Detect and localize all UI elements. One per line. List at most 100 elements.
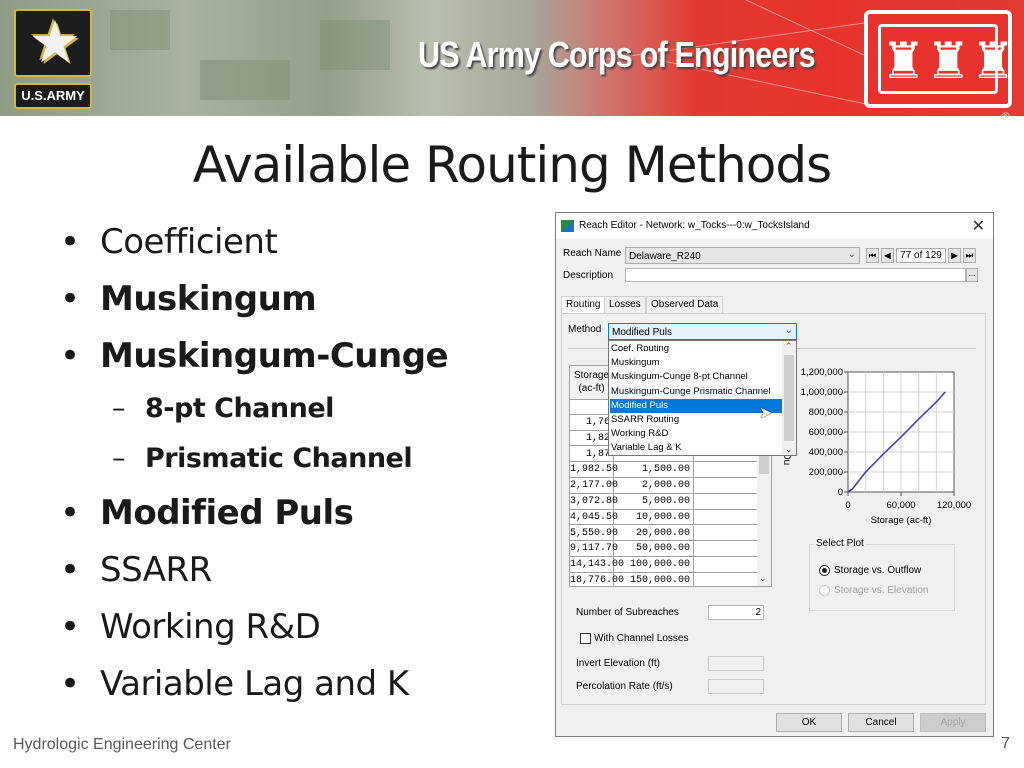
- bullet-text: Modified Puls: [100, 493, 354, 533]
- percolation-rate-input[interactable]: [708, 679, 764, 694]
- method-select[interactable]: Modified Puls ⌄: [608, 323, 797, 340]
- dropdown-option[interactable]: SSARR Routing: [610, 413, 782, 427]
- y-tick-label: 400,000: [809, 447, 843, 458]
- elevation-cell[interactable]: [694, 525, 758, 541]
- next-record-button[interactable]: ▶: [948, 248, 961, 263]
- table-row[interactable]: 18,776.00 150,000.00: [570, 573, 758, 586]
- camo-pattern: [200, 60, 290, 100]
- elevation-cell[interactable]: [694, 462, 758, 478]
- outflow-cell[interactable]: 100,000.00: [614, 557, 694, 572]
- storage-cell[interactable]: 1,982.50: [570, 462, 618, 478]
- description-browse-button[interactable]: ...: [966, 268, 978, 282]
- sub-bullet-dash: –: [112, 443, 126, 474]
- channel-losses-checkbox[interactable]: [580, 633, 591, 644]
- outflow-cell[interactable]: 2,000.00: [614, 478, 694, 493]
- next-record-icon: ▶: [951, 251, 958, 260]
- percolation-rate-label: Percolation Rate (ft/s): [576, 681, 673, 692]
- outflow-cell[interactable]: 5,000.00: [614, 494, 694, 509]
- method-label: Method: [568, 324, 602, 335]
- table-row[interactable]: 1,982.50 1,500.00: [570, 462, 758, 479]
- org-title: US Army Corps of Engineers: [418, 34, 816, 75]
- storage-cell[interactable]: 4,045.50: [570, 509, 618, 525]
- y-tick-label: 600,000: [809, 427, 843, 438]
- channel-losses-label[interactable]: With Channel Losses: [594, 633, 689, 644]
- chevron-up-icon[interactable]: ⌃: [785, 341, 793, 352]
- storage-cell[interactable]: 2,177.00: [570, 478, 618, 493]
- tab-observed-data[interactable]: Observed Data: [646, 296, 724, 313]
- bullet-text: Working R&D: [100, 607, 321, 647]
- bullet-dot: •: [60, 279, 80, 319]
- bullet-text: Muskingum: [100, 279, 317, 319]
- dropdown-option[interactable]: Variable Lag & K: [610, 441, 782, 455]
- reach-name-value: Delaware_R240: [629, 251, 701, 262]
- table-row[interactable]: 9,117.70 50,000.00: [570, 541, 758, 558]
- plot-svg: 0 200,000 400,000 600,000 800,000 1,000,000 1,…: [801, 367, 971, 526]
- ok-button[interactable]: OK: [776, 713, 842, 732]
- close-icon[interactable]: ✕: [972, 216, 985, 236]
- us-army-logo: ★ U.S.ARMY: [14, 9, 92, 109]
- dropdown-option[interactable]: Muskingum-Cunge Prismatic Channel: [610, 385, 782, 399]
- storage-vs-elevation-radio[interactable]: [819, 585, 830, 596]
- select-plot-group: Select Plot Storage vs. Outflow Storage …: [809, 538, 955, 611]
- outflow-cell[interactable]: 10,000.00: [614, 509, 694, 525]
- method-value: Modified Puls: [612, 327, 673, 338]
- storage-vs-outflow-radio[interactable]: [819, 565, 830, 576]
- table-row[interactable]: 4,045.50 10,000.00: [570, 509, 758, 526]
- storage-cell[interactable]: 18,776.00: [570, 573, 624, 586]
- subreaches-input[interactable]: 2: [708, 605, 764, 620]
- camo-pattern: [110, 10, 170, 50]
- dropdown-option[interactable]: Muskingum-Cunge 8-pt Channel: [610, 370, 782, 384]
- chevron-down-icon[interactable]: ⌄: [759, 573, 767, 584]
- table-row[interactable]: 3,072.80 5,000.00: [570, 494, 758, 510]
- ellipsis-icon: ...: [968, 269, 976, 278]
- elevation-cell[interactable]: [694, 478, 758, 493]
- description-input[interactable]: [625, 268, 966, 282]
- dropdown-option[interactable]: Working R&D: [610, 427, 782, 441]
- storage-vs-outflow-label[interactable]: Storage vs. Outflow: [834, 565, 921, 576]
- dropdown-option[interactable]: Coef. Routing: [610, 342, 782, 356]
- first-record-button[interactable]: ⏮: [866, 248, 879, 263]
- dropdown-scrollbar[interactable]: ⌃ ⌄: [782, 341, 796, 455]
- scroll-thumb[interactable]: [784, 355, 794, 441]
- elevation-cell[interactable]: [694, 509, 758, 525]
- storage-cell[interactable]: 5,550.90: [570, 525, 618, 541]
- apply-button[interactable]: Apply: [920, 713, 986, 732]
- reach-name-combo[interactable]: Delaware_R240 ⌄: [625, 247, 860, 264]
- castle-icon: ♜♜♜: [881, 33, 1016, 89]
- storage-cell[interactable]: 3,072.80: [570, 494, 618, 509]
- previous-record-icon: ◀: [884, 251, 891, 260]
- elevation-cell[interactable]: [694, 541, 758, 557]
- storage-vs-elevation-label[interactable]: Storage vs. Elevation: [834, 585, 929, 596]
- dialog-titlebar[interactable]: Reach Editor - Network: w_Tocks---0:w_To…: [556, 213, 993, 239]
- last-record-button[interactable]: ⏭: [963, 248, 976, 263]
- invert-elevation-input[interactable]: [708, 656, 764, 671]
- cancel-button[interactable]: Cancel: [848, 713, 914, 732]
- storage-cell[interactable]: 14,143.00: [570, 557, 624, 572]
- outflow-cell[interactable]: 1,500.00: [614, 462, 694, 478]
- outflow-cell[interactable]: 50,000.00: [614, 541, 694, 557]
- previous-record-button[interactable]: ◀: [881, 248, 894, 263]
- storage-cell[interactable]: 9,117.70: [570, 541, 618, 557]
- outflow-cell[interactable]: 20,000.00: [614, 525, 694, 541]
- elevation-cell[interactable]: [694, 494, 758, 509]
- table-row[interactable]: 5,550.90 20,000.00: [570, 525, 758, 542]
- elevation-cell[interactable]: [694, 573, 758, 586]
- tab-losses[interactable]: Losses: [604, 296, 646, 313]
- table-row[interactable]: 2,177.00 2,000.00: [570, 478, 758, 494]
- dropdown-option[interactable]: Modified Puls: [610, 398, 782, 413]
- chevron-down-icon[interactable]: ⌄: [785, 444, 793, 455]
- bullet-text: Variable Lag and K: [100, 664, 409, 704]
- reach-editor-dialog: Reach Editor - Network: w_Tocks---0:w_To…: [555, 212, 994, 737]
- army-logo-label: U.S.ARMY: [14, 83, 92, 109]
- bullet-text: SSARR: [100, 550, 212, 590]
- table-row[interactable]: 14,143.00 100,000.00: [570, 557, 758, 573]
- outflow-cell[interactable]: 150,000.00: [614, 573, 694, 586]
- chevron-down-icon: ⌄: [784, 325, 793, 336]
- invert-elevation-label: Invert Elevation (ft): [576, 658, 660, 669]
- x-tick-label: 60,000: [886, 500, 915, 511]
- y-tick-label: 200,000: [809, 467, 843, 478]
- elevation-cell[interactable]: [694, 557, 758, 572]
- bullet-text: Muskingum-Cunge: [100, 336, 449, 376]
- tab-routing[interactable]: Routing: [561, 296, 606, 314]
- dropdown-option[interactable]: Muskingum: [610, 356, 782, 370]
